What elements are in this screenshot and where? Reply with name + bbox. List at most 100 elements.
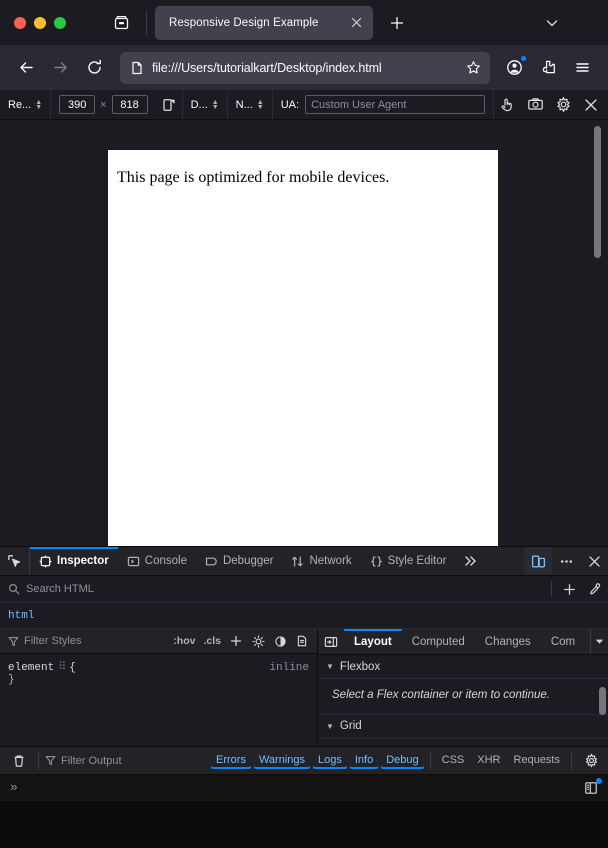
- list-all-tabs-button[interactable]: [538, 9, 566, 37]
- user-agent-field: UA:: [273, 95, 493, 114]
- console-input-row[interactable]: »: [0, 775, 608, 801]
- close-responsive-mode-icon[interactable]: [578, 92, 604, 118]
- meatball-menu-icon[interactable]: [552, 547, 580, 575]
- viewport-height-input[interactable]: [112, 95, 148, 114]
- markup-search-bar[interactable]: Search HTML: [0, 576, 608, 603]
- element-picker-icon[interactable]: [0, 547, 30, 575]
- page-viewport[interactable]: This page is optimized for mobile device…: [108, 150, 498, 546]
- grid-section-title: Grid: [340, 720, 362, 732]
- console-icon: [127, 555, 140, 568]
- touch-simulation-icon[interactable]: [494, 92, 520, 118]
- filter-info[interactable]: Info: [350, 752, 378, 769]
- forward-arrow-icon[interactable]: [44, 52, 76, 84]
- devtools-close-icon[interactable]: [580, 547, 608, 575]
- responsive-mode-icon[interactable]: [524, 547, 552, 575]
- print-media-icon[interactable]: [291, 631, 313, 651]
- camera-icon[interactable]: [522, 92, 548, 118]
- tab-console[interactable]: Console: [118, 547, 196, 575]
- filter-warnings[interactable]: Warnings: [254, 752, 310, 769]
- console-prompt: »: [10, 780, 18, 795]
- account-icon[interactable]: [498, 52, 530, 84]
- console-filters: Errors Warnings Logs Info Debug: [211, 752, 424, 769]
- editor-mode-icon[interactable]: [580, 778, 602, 798]
- sun-icon[interactable]: [247, 631, 269, 651]
- user-agent-label: UA:: [281, 99, 299, 111]
- filter-requests[interactable]: Requests: [509, 752, 565, 769]
- window-minimize-button[interactable]: [34, 17, 46, 29]
- search-divider: [551, 581, 552, 597]
- dpr-selector[interactable]: D... ▲▼: [183, 90, 227, 120]
- triangle-down-icon: ▼: [326, 662, 334, 671]
- markup-view[interactable]: html: [0, 603, 608, 629]
- layout-pane-scrollbar[interactable]: [599, 687, 606, 715]
- device-selector[interactable]: Re... ▲▼: [0, 90, 50, 120]
- window-close-button[interactable]: [14, 17, 26, 29]
- throttling-selector-label: N...: [236, 99, 253, 111]
- filter-output-field[interactable]: Filter Output: [45, 755, 211, 767]
- browser-tab[interactable]: Responsive Design Example: [155, 6, 373, 40]
- window-maximize-button[interactable]: [54, 17, 66, 29]
- new-tab-button[interactable]: [383, 9, 411, 37]
- grid-section-header[interactable]: ▼ Grid: [318, 715, 608, 739]
- back-arrow-icon[interactable]: [10, 52, 42, 84]
- css-rule-selector[interactable]: element: [8, 662, 54, 674]
- filter-debug[interactable]: Debug: [381, 752, 423, 769]
- devtools-tabbar-spacer: [485, 547, 524, 575]
- console-divider: [38, 752, 39, 770]
- throttling-selector[interactable]: N... ▲▼: [228, 90, 272, 120]
- firefox-view-icon[interactable]: [106, 8, 136, 38]
- network-icon: [291, 555, 304, 568]
- rotate-viewport-icon[interactable]: [156, 92, 182, 118]
- extensions-puzzle-icon[interactable]: [532, 52, 564, 84]
- filter-errors[interactable]: Errors: [211, 752, 251, 769]
- flexbox-section-header[interactable]: ▼ Flexbox: [318, 655, 608, 679]
- star-icon[interactable]: [460, 55, 486, 81]
- filter-icon: [45, 755, 56, 766]
- flexbox-section-title: Flexbox: [340, 661, 380, 673]
- trash-icon[interactable]: [6, 750, 32, 772]
- layout-tabs-overflow-icon[interactable]: [590, 629, 608, 654]
- filter-styles-field[interactable]: Filter Styles: [8, 635, 169, 647]
- devtools-body: Filter Styles :hov .cls: [0, 629, 608, 746]
- css-rule-source[interactable]: inline: [269, 662, 309, 674]
- user-agent-input[interactable]: [305, 95, 485, 114]
- eyedropper-icon[interactable]: [582, 578, 608, 600]
- add-node-plus-icon[interactable]: [556, 578, 582, 600]
- tab-layout[interactable]: Layout: [344, 629, 402, 654]
- moon-icon[interactable]: [269, 631, 291, 651]
- console-settings-gear-icon[interactable]: [578, 750, 604, 772]
- devtools-tabs-overflow-icon[interactable]: [455, 547, 485, 575]
- css-rules-view[interactable]: element ⠿ { inline }: [0, 654, 317, 746]
- filter-css[interactable]: CSS: [437, 752, 470, 769]
- css-rule-open-brace: {: [69, 662, 76, 674]
- add-rule-plus-icon[interactable]: [225, 631, 247, 651]
- tab-compatibility[interactable]: Com: [541, 629, 585, 654]
- markup-node-html[interactable]: html: [8, 610, 34, 622]
- tab-close-icon[interactable]: [345, 12, 367, 34]
- filter-logs[interactable]: Logs: [313, 752, 347, 769]
- reload-icon[interactable]: [78, 52, 110, 84]
- tab-inspector[interactable]: Inspector: [30, 547, 118, 575]
- tab-debugger[interactable]: Debugger: [196, 547, 283, 575]
- toggle-sidebar-icon[interactable]: [318, 629, 344, 654]
- tab-computed[interactable]: Computed: [402, 629, 475, 654]
- page-content-text: This page is optimized for mobile device…: [108, 150, 498, 187]
- css-rule-close-brace: }: [8, 674, 309, 686]
- tab-changes[interactable]: Changes: [475, 629, 541, 654]
- gear-icon[interactable]: [550, 92, 576, 118]
- layout-pane: Layout Computed Changes Com ▼ Flexbox Se…: [318, 629, 608, 746]
- account-notification-badge: [520, 55, 527, 62]
- chevron-updown-icon: ▲▼: [35, 100, 42, 110]
- markup-search-placeholder: Search HTML: [26, 583, 94, 595]
- window-controls: [0, 17, 66, 29]
- filter-xhr[interactable]: XHR: [472, 752, 505, 769]
- hov-toggle[interactable]: :hov: [169, 633, 199, 649]
- hamburger-menu-icon[interactable]: [566, 52, 598, 84]
- cls-toggle[interactable]: .cls: [199, 633, 225, 649]
- url-bar[interactable]: file:///Users/tutorialkart/Desktop/index…: [120, 52, 490, 84]
- tab-inspector-label: Inspector: [57, 555, 109, 567]
- viewport-width-input[interactable]: [59, 95, 95, 114]
- tab-style-editor[interactable]: Style Editor: [361, 547, 456, 575]
- page-scrollbar[interactable]: [594, 126, 601, 258]
- tab-network[interactable]: Network: [282, 547, 360, 575]
